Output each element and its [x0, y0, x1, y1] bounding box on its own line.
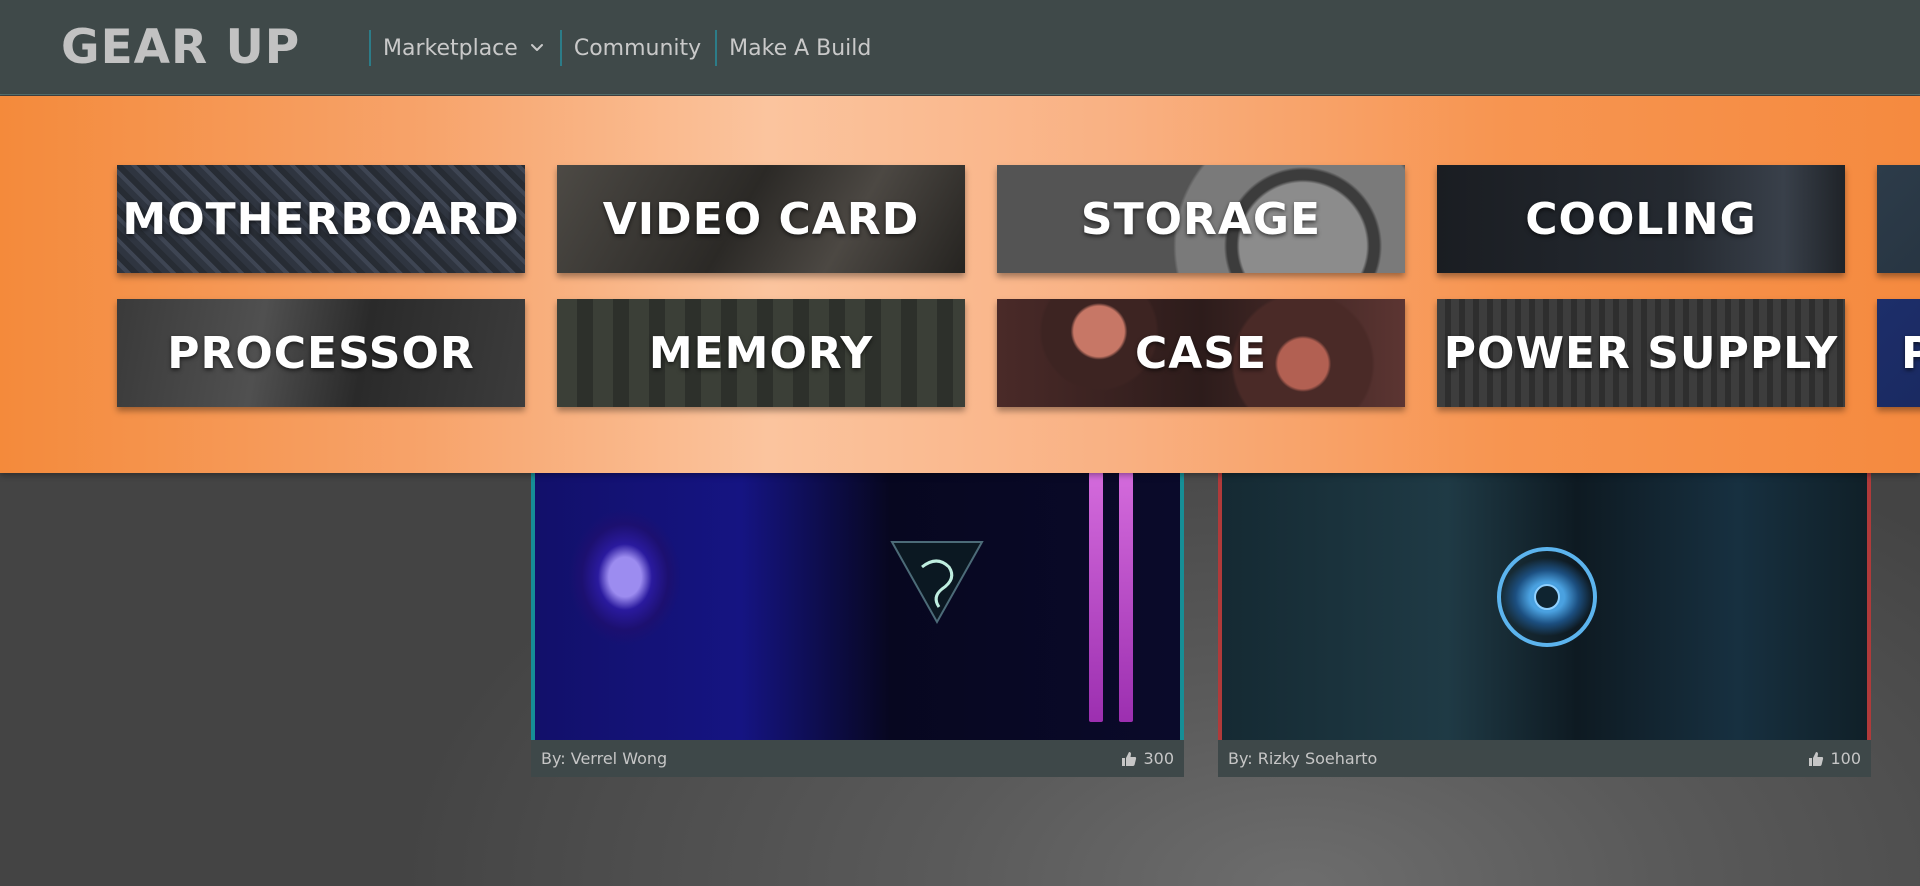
likes-counter[interactable]: 100 [1808, 749, 1861, 768]
category-label: MEMORY [648, 327, 874, 379]
thumbs-up-icon[interactable] [1808, 751, 1824, 767]
category-label: P [1901, 327, 1920, 379]
category-memory[interactable]: MEMORY [557, 299, 965, 407]
nav-marketplace[interactable]: Marketplace [369, 30, 560, 66]
category-overflow-tile[interactable] [1877, 165, 1920, 273]
category-label: VIDEO CARD [602, 193, 920, 245]
nav-marketplace-label: Marketplace [383, 35, 518, 61]
build-author[interactable]: By: Rizky Soeharto [1228, 749, 1377, 768]
category-label: STORAGE [1080, 193, 1322, 245]
category-storage[interactable]: STORAGE [997, 165, 1405, 273]
likes-counter[interactable]: 300 [1121, 749, 1174, 768]
category-case[interactable]: CASE [997, 299, 1405, 407]
likes-count: 300 [1143, 749, 1174, 768]
build-card[interactable]: By: Verrel Wong 300 [531, 472, 1184, 777]
category-video-card[interactable]: VIDEO CARD [557, 165, 965, 273]
thumbs-up-icon[interactable] [1121, 751, 1137, 767]
msi-dragon-logo [890, 541, 984, 625]
build-image[interactable] [1218, 472, 1871, 740]
chevron-down-icon [530, 44, 543, 51]
category-label: POWER SUPPLY [1443, 327, 1839, 379]
category-power-supply[interactable]: POWER SUPPLY [1437, 299, 1845, 407]
build-card-footer: By: Verrel Wong 300 [531, 740, 1184, 777]
build-card[interactable]: By: Rizky Soeharto 100 [1218, 472, 1871, 777]
nav-make-a-build-label: Make A Build [729, 35, 872, 61]
category-overflow-tile[interactable]: P [1877, 299, 1920, 407]
category-label: PROCESSOR [167, 327, 475, 379]
category-label: CASE [1134, 327, 1268, 379]
nav-community[interactable]: Community [559, 30, 715, 66]
marketplace-dropdown: MOTHERBOARD VIDEO CARD STORAGE COOLING P… [0, 96, 1920, 473]
main-nav: Marketplace Community Make A Build [369, 30, 885, 66]
case-fan-graphic [1497, 547, 1597, 647]
category-cooling[interactable]: COOLING [1437, 165, 1845, 273]
nav-community-label: Community [573, 35, 702, 61]
category-label: MOTHERBOARD [122, 193, 520, 245]
build-author[interactable]: By: Verrel Wong [541, 749, 667, 768]
nav-make-a-build[interactable]: Make A Build [715, 30, 885, 66]
category-label: COOLING [1525, 193, 1757, 245]
build-image[interactable] [531, 472, 1184, 740]
category-motherboard[interactable]: MOTHERBOARD [117, 165, 525, 273]
site-logo[interactable]: GEAR UP [61, 20, 300, 76]
site-header: GEAR UP Marketplace Community Make A Bui… [0, 0, 1920, 95]
category-processor[interactable]: PROCESSOR [117, 299, 525, 407]
likes-count: 100 [1830, 749, 1861, 768]
build-card-footer: By: Rizky Soeharto 100 [1218, 740, 1871, 777]
